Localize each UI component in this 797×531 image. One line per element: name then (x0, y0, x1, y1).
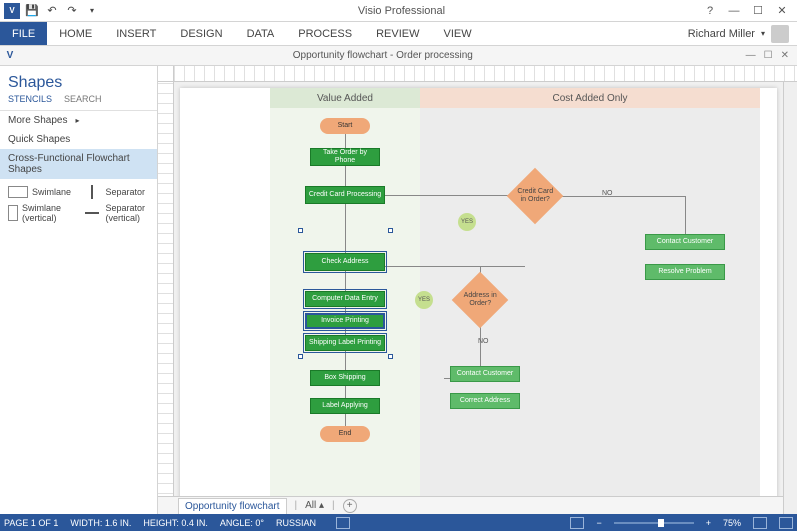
ruler-horizontal (158, 66, 797, 82)
quick-shapes[interactable]: Quick Shapes (0, 130, 157, 149)
document-bar: V Opportunity flowchart - Order processi… (0, 46, 797, 66)
stencil-category[interactable]: Cross-Functional Flowchart Shapes (0, 149, 157, 179)
search-tab[interactable]: SEARCH (64, 94, 102, 104)
node-check-address[interactable]: Check Address (305, 253, 385, 271)
lane-header-value-added[interactable]: Value Added (270, 88, 420, 108)
drawing-page[interactable]: Value Added Cost Added Only Start Take O… (180, 88, 777, 508)
save-icon[interactable]: 💾 (24, 3, 40, 19)
status-bar: PAGE 1 OF 1 WIDTH: 1.6 IN. HEIGHT: 0.4 I… (0, 514, 797, 531)
shape-separator-vertical[interactable]: Separator (vertical) (82, 203, 150, 223)
status-language[interactable]: RUSSIAN (276, 518, 316, 528)
app-title: Visio Professional (100, 5, 703, 17)
document-title: Opportunity flowchart - Order processing (20, 50, 746, 61)
file-tab[interactable]: FILE (0, 22, 47, 45)
undo-icon[interactable]: ↶ (44, 3, 60, 19)
node-start[interactable]: Start (320, 118, 370, 134)
status-angle: ANGLE: 0° (220, 518, 264, 528)
status-width: WIDTH: 1.6 IN. (70, 518, 131, 528)
node-take-order[interactable]: Take Order by Phone (310, 148, 380, 166)
node-contact-customer-1[interactable]: Contact Customer (645, 234, 725, 250)
macro-icon[interactable] (336, 517, 350, 529)
help-icon[interactable]: ? (703, 4, 717, 18)
selection-handle[interactable] (388, 354, 393, 359)
status-page: PAGE 1 OF 1 (4, 518, 58, 528)
quick-access-toolbar: V 💾 ↶ ↷ ▾ (0, 3, 100, 19)
stencils-tab[interactable]: STENCILS (8, 94, 52, 104)
page-tab[interactable]: Opportunity flowchart (178, 498, 287, 514)
node-box-shipping[interactable]: Box Shipping (310, 370, 380, 386)
node-label-applying[interactable]: Label Applying (310, 398, 380, 414)
tab-data[interactable]: DATA (235, 22, 287, 45)
node-correct-address[interactable]: Correct Address (450, 393, 520, 409)
shapes-title: Shapes (0, 70, 157, 94)
doc-close-icon[interactable]: ✕ (781, 50, 789, 61)
tab-insert[interactable]: INSERT (104, 22, 168, 45)
selection-handle[interactable] (298, 354, 303, 359)
doc-restore-icon[interactable]: ☐ (764, 50, 773, 61)
all-pages[interactable]: All ▴ (305, 500, 324, 511)
shape-separator[interactable]: Separator (82, 185, 150, 199)
selection-handle[interactable] (298, 228, 303, 233)
fit-page-icon[interactable] (753, 517, 767, 529)
node-resolve-problem[interactable]: Resolve Problem (645, 264, 725, 280)
tab-process[interactable]: PROCESS (286, 22, 364, 45)
zoom-in-icon[interactable]: + (706, 518, 711, 528)
node-data-entry[interactable]: Computer Data Entry (305, 291, 385, 307)
fullscreen-icon[interactable] (779, 517, 793, 529)
close-icon[interactable]: ✕ (775, 4, 789, 18)
shape-swimlane[interactable]: Swimlane (8, 185, 76, 199)
visio-icon: V (4, 3, 20, 19)
zoom-value[interactable]: 75% (723, 518, 741, 528)
canvas-area: Value Added Cost Added Only Start Take O… (158, 66, 797, 514)
avatar (771, 25, 789, 43)
scrollbar-vertical[interactable] (783, 82, 797, 514)
label-yes-1: YES (458, 213, 476, 231)
qat-dropdown-icon[interactable]: ▾ (84, 3, 100, 19)
label-no-2: NO (476, 336, 491, 348)
selection-handle[interactable] (388, 228, 393, 233)
doc-icon: V (0, 50, 20, 61)
shapes-panel: Shapes STENCILS SEARCH More Shapes▸ Quic… (0, 66, 158, 514)
maximize-icon[interactable]: ☐ (751, 4, 765, 18)
page-tabs: Opportunity flowchart | All ▴ | + (158, 496, 783, 514)
more-shapes[interactable]: More Shapes▸ (0, 111, 157, 130)
zoom-slider[interactable] (614, 522, 694, 524)
node-invoice-printing[interactable]: Invoice Printing (305, 313, 385, 329)
tab-view[interactable]: VIEW (431, 22, 483, 45)
minimize-icon[interactable]: — (727, 4, 741, 18)
tab-design[interactable]: DESIGN (168, 22, 234, 45)
tab-review[interactable]: REVIEW (364, 22, 431, 45)
node-shipping-label[interactable]: Shipping Label Printing (305, 335, 385, 351)
title-bar: V 💾 ↶ ↷ ▾ Visio Professional ? — ☐ ✕ (0, 0, 797, 22)
shape-swimlane-vertical[interactable]: Swimlane (vertical) (8, 203, 76, 223)
doc-minimize-icon[interactable]: — (746, 50, 756, 61)
label-yes-2: YES (415, 291, 433, 309)
label-no-1: NO (600, 188, 615, 200)
lane-header-cost-added[interactable]: Cost Added Only (420, 88, 760, 108)
redo-icon[interactable]: ↷ (64, 3, 80, 19)
ribbon: FILE HOME INSERT DESIGN DATA PROCESS REV… (0, 22, 797, 46)
zoom-out-icon[interactable]: − (596, 518, 601, 528)
add-page-button[interactable]: + (343, 499, 357, 513)
node-contact-customer-2[interactable]: Contact Customer (450, 366, 520, 382)
node-cc-processing[interactable]: Credit Card Processing (305, 186, 385, 204)
user-name: Richard Miller (688, 28, 755, 40)
tab-home[interactable]: HOME (47, 22, 104, 45)
status-height: HEIGHT: 0.4 IN. (143, 518, 208, 528)
node-end[interactable]: End (320, 426, 370, 442)
ruler-vertical (158, 82, 174, 514)
view-mode-icon[interactable] (570, 517, 584, 529)
user-menu[interactable]: Richard Miller ▾ (688, 22, 797, 45)
